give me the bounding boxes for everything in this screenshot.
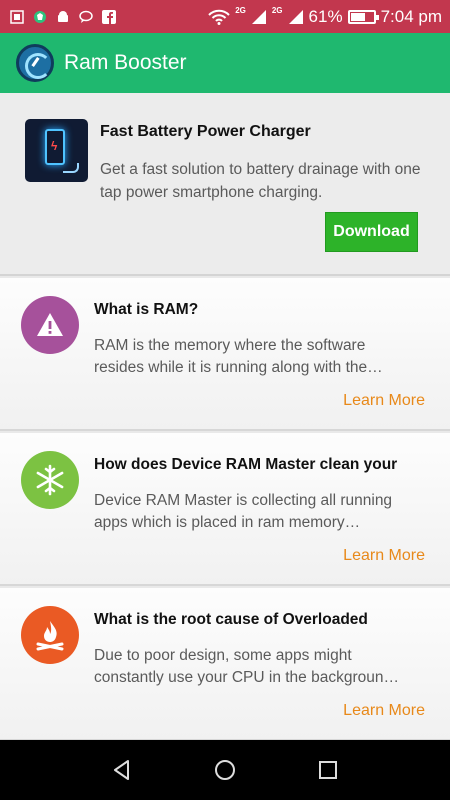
android-icon xyxy=(58,10,68,22)
info-card-ram[interactable]: What is RAM? RAM is the memory where the… xyxy=(0,278,450,431)
back-icon[interactable] xyxy=(107,755,137,785)
card-description: Due to poor design, some apps might cons… xyxy=(94,645,424,689)
card-desc-line: constantly use your CPU in the backgroun… xyxy=(94,669,399,686)
snowflake-icon xyxy=(21,451,79,509)
info-card-overload[interactable]: What is the root cause of Overloaded Due… xyxy=(0,588,450,741)
system-indicators: 2G 2G 61% 7:04 pm xyxy=(208,6,450,27)
battery-percent: 61% xyxy=(308,6,343,26)
facebook-icon xyxy=(102,9,116,24)
learn-more-link[interactable]: Learn More xyxy=(343,392,425,410)
learn-more-link[interactable]: Learn More xyxy=(343,702,425,720)
card-title: How does Device RAM Master clean your xyxy=(94,456,398,473)
network-type-2: 2G xyxy=(271,6,283,15)
promo-description: Get a fast solution to battery drainage … xyxy=(100,161,421,201)
card-description: RAM is the memory where the software res… xyxy=(94,335,424,379)
campfire-icon xyxy=(21,606,79,664)
status-bar: 2G 2G 61% 7:04 pm xyxy=(0,0,450,33)
card-description: Device RAM Master is collecting all runn… xyxy=(94,490,424,534)
battery-icon xyxy=(347,9,379,24)
app-title: Ram Booster xyxy=(64,51,187,74)
vpn-shield-icon xyxy=(34,10,46,23)
info-card-clean[interactable]: How does Device RAM Master clean your De… xyxy=(0,433,450,586)
card-desc-line: apps which is placed in ram memory… xyxy=(94,514,361,531)
speedometer-icon xyxy=(16,44,54,82)
learn-more-link[interactable]: Learn More xyxy=(343,547,425,565)
card-desc-line: Device RAM Master is collecting all runn… xyxy=(94,492,393,509)
warning-icon xyxy=(21,296,79,354)
navigation-bar xyxy=(0,740,450,800)
clock: 7:04 pm xyxy=(380,6,442,26)
phone-charging-icon: ϟ xyxy=(25,119,88,182)
signal-icon-1 xyxy=(251,9,266,24)
content-list[interactable]: ϟ Fast Battery Power Charger Get a fast … xyxy=(0,93,450,741)
signal-icon-2 xyxy=(288,9,303,24)
chat-icon xyxy=(79,10,93,23)
card-desc-line: RAM is the memory where the software xyxy=(94,337,366,354)
card-desc-line: Due to poor design, some apps might xyxy=(94,647,352,664)
app-bar: Ram Booster xyxy=(0,33,450,93)
card-title: What is the root cause of Overloaded xyxy=(94,611,368,628)
promo-card[interactable]: ϟ Fast Battery Power Charger Get a fast … xyxy=(0,93,450,276)
tile-icon xyxy=(10,9,24,24)
download-button[interactable]: Download xyxy=(325,212,418,252)
promo-title: Fast Battery Power Charger xyxy=(100,123,311,140)
wifi-icon xyxy=(208,9,230,25)
card-title: What is RAM? xyxy=(94,301,199,318)
card-desc-line: resides while it is running along with t… xyxy=(94,359,383,376)
home-icon[interactable] xyxy=(210,755,240,785)
network-type-1: 2G xyxy=(235,6,246,15)
notification-icons xyxy=(0,9,116,24)
recents-icon[interactable] xyxy=(313,755,343,785)
